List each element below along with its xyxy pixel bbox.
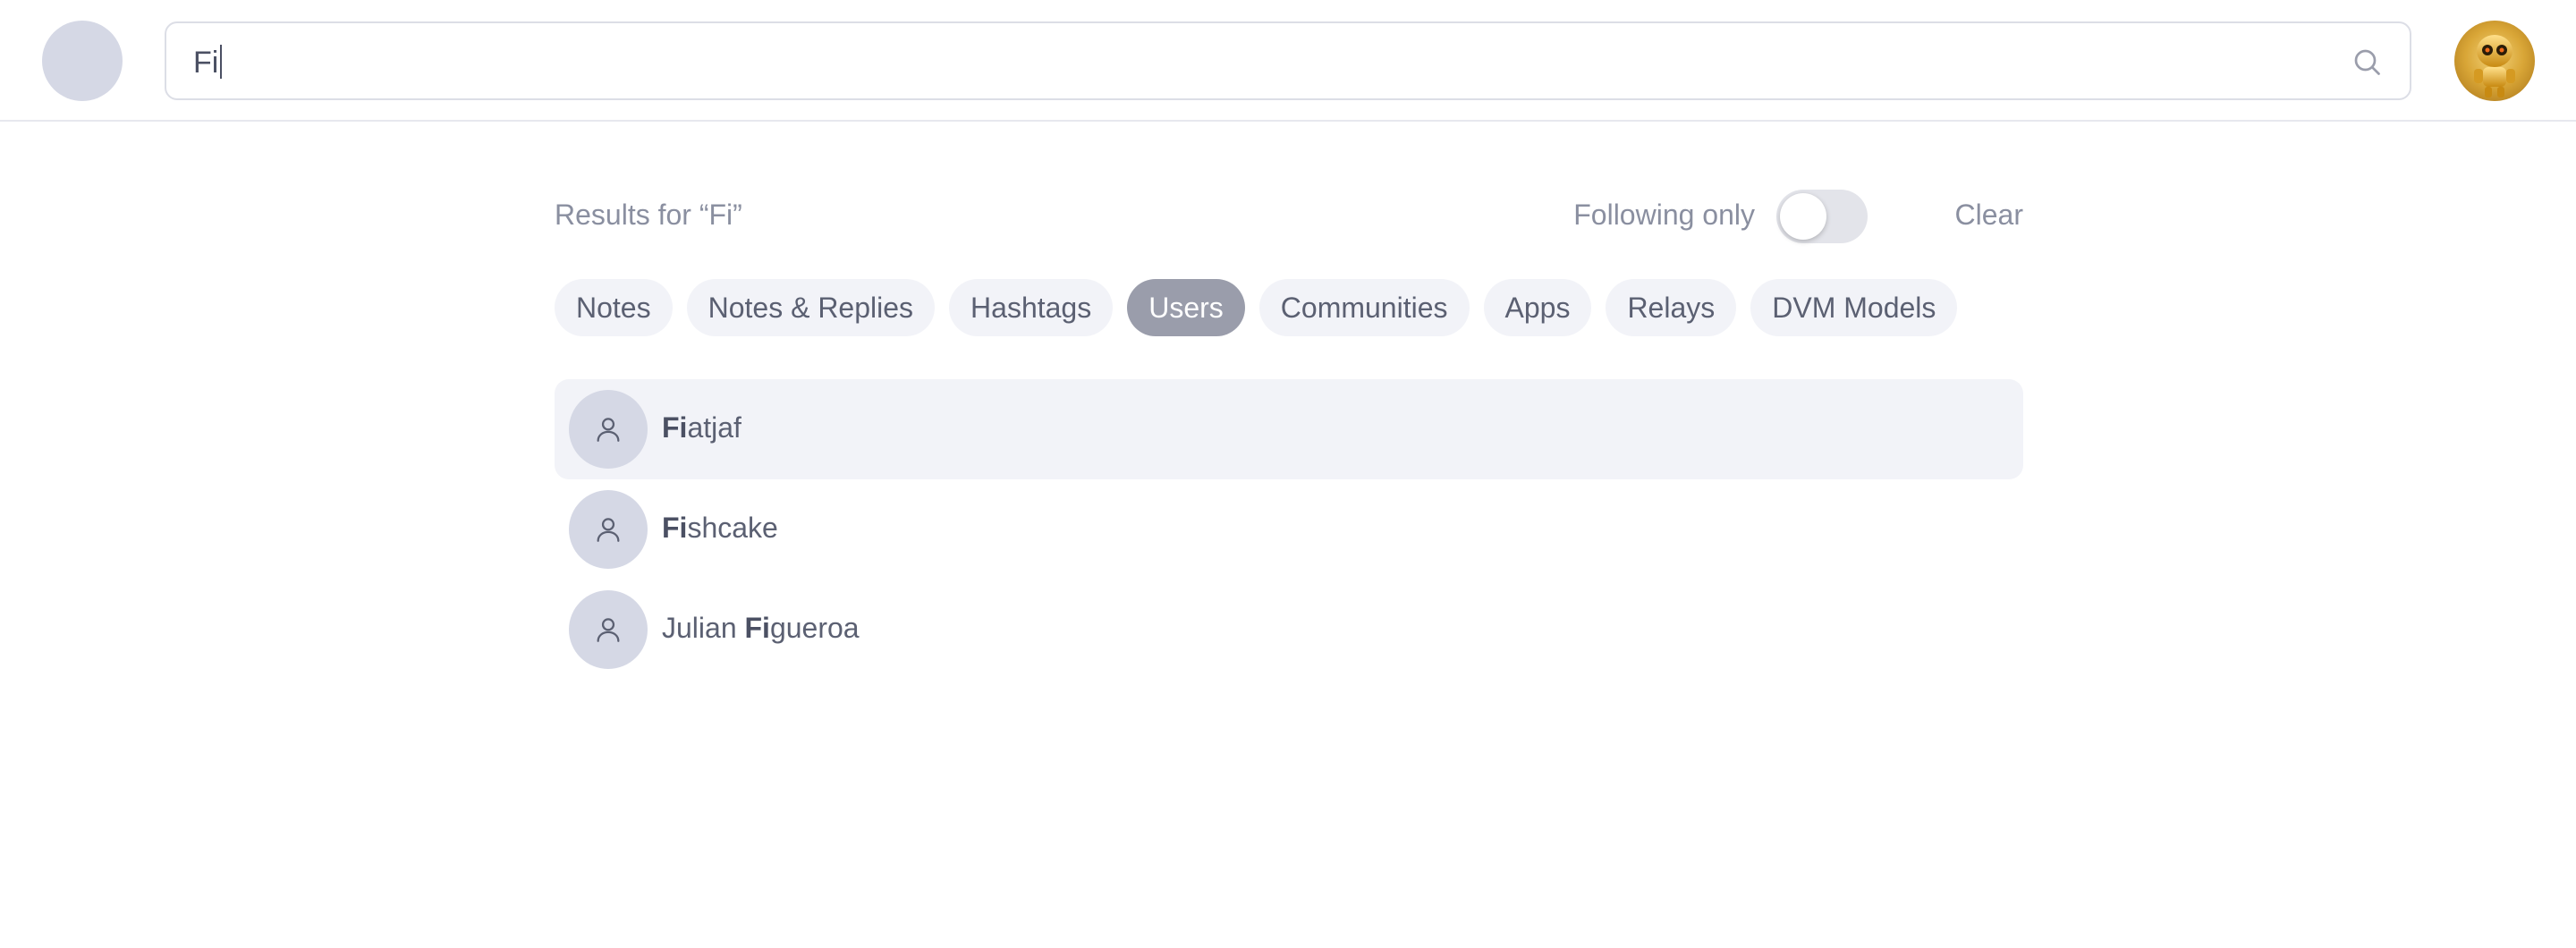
tab-apps[interactable]: Apps <box>1483 279 1592 336</box>
search-input-text[interactable]: Fi <box>193 45 223 80</box>
text-caret <box>220 45 223 79</box>
avatar <box>569 390 648 469</box>
tab-relays[interactable]: Relays <box>1606 279 1737 336</box>
tab-users[interactable]: Users <box>1127 279 1245 336</box>
tab-dvm-models[interactable]: DVM Models <box>1750 279 1958 336</box>
user-results-list: Fiatjaf Fishcake Julian Figueroa <box>555 379 2023 680</box>
user-result-row[interactable]: Fishcake <box>555 479 2023 580</box>
search-results-panel: Results for “Fi” Following only Clear No… <box>555 179 2023 669</box>
tab-hashtags[interactable]: Hashtags <box>949 279 1114 336</box>
tab-notes[interactable]: Notes <box>555 279 673 336</box>
top-bar: Fi <box>0 0 2576 122</box>
following-only-toggle[interactable] <box>1776 190 1868 243</box>
following-only-label: Following only <box>1573 199 1755 231</box>
user-icon <box>597 518 620 542</box>
user-name: Julian Figueroa <box>662 612 860 644</box>
match-highlight: Fi <box>744 612 770 644</box>
clear-button[interactable]: Clear <box>1955 199 2023 232</box>
user-name: Fishcake <box>662 512 778 544</box>
tab-notes-replies[interactable]: Notes & Replies <box>686 279 936 336</box>
profile-avatar[interactable] <box>2454 21 2535 101</box>
user-result-row[interactable]: Julian Figueroa <box>555 580 2023 680</box>
result-type-tabs: Notes Notes & Replies Hashtags Users Com… <box>555 279 1958 336</box>
search-icon[interactable] <box>2351 46 2383 78</box>
robot-avatar-icon <box>2454 21 2535 101</box>
logo-icon[interactable] <box>42 21 123 101</box>
avatar <box>569 490 648 569</box>
user-icon <box>597 618 620 642</box>
user-name: Fiatjaf <box>662 411 741 444</box>
match-highlight: Fi <box>662 411 688 444</box>
results-header: Results for “Fi” Following only Clear <box>555 179 2023 254</box>
user-result-row[interactable]: Fiatjaf <box>555 379 2023 479</box>
tab-communities[interactable]: Communities <box>1258 279 1470 336</box>
avatar <box>569 590 648 669</box>
user-icon <box>597 418 620 442</box>
match-highlight: Fi <box>662 512 688 544</box>
toggle-knob <box>1780 193 1826 240</box>
results-label: Results for “Fi” <box>555 199 742 231</box>
search-input[interactable]: Fi <box>165 21 2411 100</box>
